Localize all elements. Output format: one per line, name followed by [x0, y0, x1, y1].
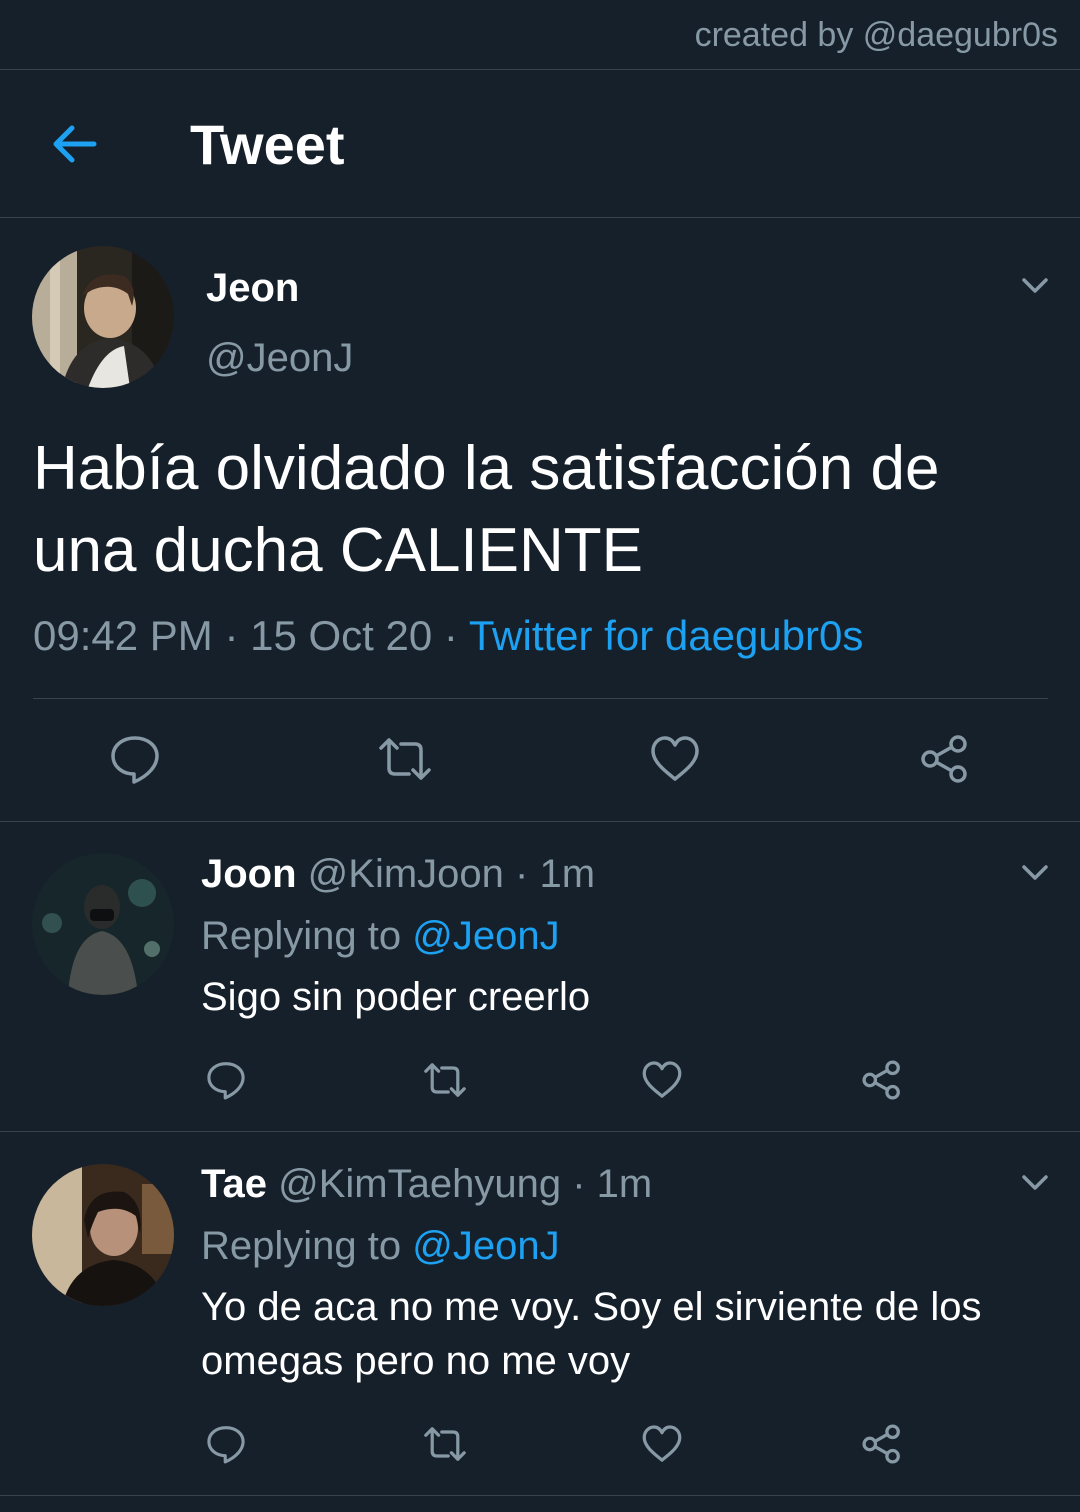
mention-link[interactable]: @JeonJ [412, 1224, 559, 1268]
page-title: Tweet [190, 113, 345, 176]
reply-author-name[interactable]: Tae [201, 1162, 267, 1206]
divider [33, 698, 1048, 699]
author-handle[interactable]: @JeonJ [206, 336, 353, 381]
meta-separator: · [443, 612, 458, 659]
replying-to-label: Replying to [201, 1224, 402, 1268]
replying-to: Replying to @JeonJ [201, 1224, 560, 1269]
arrow-left-icon[interactable] [48, 118, 100, 170]
retweet-icon[interactable] [375, 734, 435, 784]
retweet-icon[interactable] [420, 1060, 470, 1100]
chevron-down-icon[interactable] [1018, 855, 1052, 889]
reply-age: 1m [539, 852, 596, 896]
replying-to-label: Replying to [201, 914, 402, 958]
reply-header: Joon @KimJoon · 1m [201, 852, 595, 897]
chevron-down-icon[interactable] [1018, 1165, 1052, 1199]
reply-icon[interactable] [205, 1423, 247, 1465]
avatar[interactable] [32, 246, 174, 388]
tweet-meta: 09:42 PM · 15 Oct 20 · Twitter for daegu… [33, 612, 863, 660]
author-name[interactable]: Jeon [206, 266, 299, 311]
meta-separator: · [224, 612, 239, 659]
tweet-text: Había olvidado la satisfacción de una du… [33, 434, 940, 585]
reply-age: 1m [596, 1162, 653, 1206]
reply-icon[interactable] [108, 732, 162, 786]
divider [0, 821, 1080, 822]
reply-icon[interactable] [205, 1059, 247, 1101]
credit-text: created by @daegubr0s [694, 16, 1058, 54]
reply-text: Yo de aca no me voy. Soy el sirviente de… [201, 1285, 982, 1383]
avatar[interactable] [32, 1164, 174, 1306]
share-icon[interactable] [860, 1422, 904, 1466]
share-icon[interactable] [860, 1058, 904, 1102]
share-icon[interactable] [918, 732, 972, 786]
reply-author-name[interactable]: Joon [201, 852, 297, 896]
reply-text: Sigo sin poder creerlo [201, 975, 591, 1019]
tweet-date: 15 Oct 20 [250, 612, 433, 659]
chevron-down-icon[interactable] [1018, 268, 1052, 302]
header: Tweet [0, 70, 1080, 218]
replying-to: Replying to @JeonJ [201, 914, 560, 959]
divider [0, 1495, 1080, 1496]
like-icon[interactable] [640, 1423, 684, 1465]
like-icon[interactable] [640, 1059, 684, 1101]
retweet-icon[interactable] [420, 1424, 470, 1464]
mention-link[interactable]: @JeonJ [412, 914, 559, 958]
meta-separator: · [515, 852, 529, 896]
tweet-source-link[interactable]: Twitter for daegubr0s [469, 612, 864, 659]
reply-author-handle[interactable]: @KimJoon [308, 852, 504, 896]
reply-author-handle[interactable]: @KimTaehyung [278, 1162, 561, 1206]
avatar[interactable] [32, 853, 174, 995]
tweet-time: 09:42 PM [33, 612, 213, 659]
meta-separator: · [572, 1162, 586, 1206]
like-icon[interactable] [648, 733, 702, 785]
reply-header: Tae @KimTaehyung · 1m [201, 1162, 652, 1207]
divider [0, 1131, 1080, 1132]
credit-bar: created by @daegubr0s [0, 0, 1080, 70]
